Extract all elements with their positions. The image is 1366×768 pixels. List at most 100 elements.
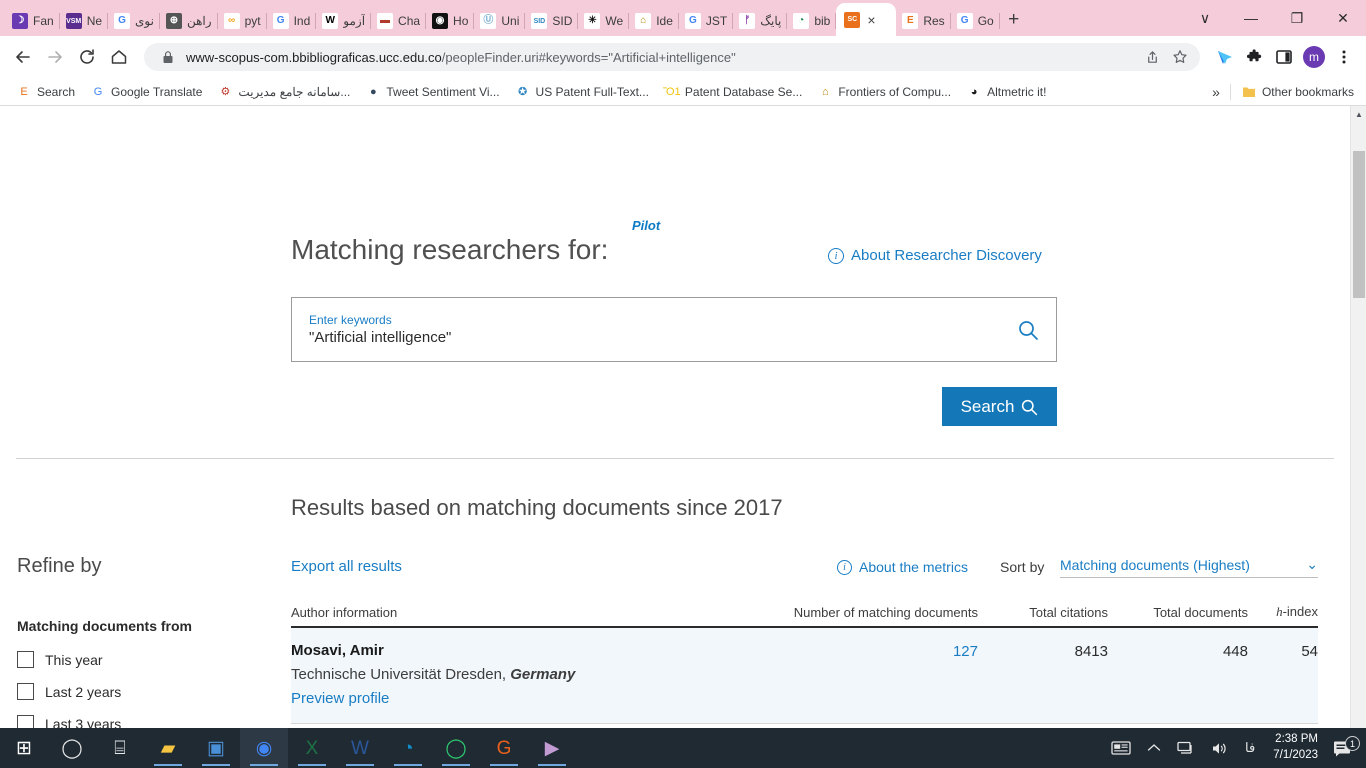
page-scrollbar[interactable]: ▲ ▼: [1350, 106, 1366, 768]
taskbar-clock[interactable]: 2:38 PM 7/1/2023: [1263, 728, 1328, 768]
close-window-button[interactable]: ✕: [1320, 0, 1366, 36]
scroll-up-arrow-icon[interactable]: ▲: [1351, 106, 1366, 123]
bookmark-item[interactable]: ⚙ سامانه جامع مدیریت...: [211, 82, 356, 102]
browser-tab[interactable]: G Go: [951, 6, 1000, 36]
sidepanel-icon[interactable]: [1270, 43, 1298, 71]
language-indicator[interactable]: فا: [1237, 728, 1263, 768]
browser-tab[interactable]: G JST: [679, 6, 734, 36]
task-view-icon[interactable]: ⌸: [96, 728, 144, 768]
cortana-search-icon[interactable]: ◯: [48, 728, 96, 768]
bookmark-label: Altmetric it!: [987, 84, 1047, 99]
sort-by-select[interactable]: Matching documents (Highest) ⌄: [1060, 556, 1318, 578]
browser-tab[interactable]: ✳ We: [578, 6, 630, 36]
remote-desktop-icon[interactable]: ▣: [192, 728, 240, 768]
edge-icon[interactable]: ◔: [384, 728, 432, 768]
home-icon[interactable]: [104, 42, 134, 72]
notification-center-button[interactable]: 1: [1328, 736, 1366, 757]
cortana-search-icon-glyph: ◯: [61, 737, 83, 759]
keywords-search-box[interactable]: Enter keywords "Artificial intelligence": [291, 297, 1057, 362]
download-icon[interactable]: [1210, 43, 1238, 71]
browser-tab[interactable]: W آزمو: [316, 6, 371, 36]
bookmark-item[interactable]: ✪ US Patent Full-Text...: [509, 82, 655, 102]
system-tray: فا 2:38 PM 7/1/2023 1: [1103, 728, 1366, 768]
media-player-icon[interactable]: ▶: [528, 728, 576, 768]
browser-tab[interactable]: SC ×: [836, 3, 897, 36]
bookmark-star-icon[interactable]: [1170, 49, 1190, 65]
search-icon[interactable]: [1000, 319, 1056, 341]
chrome-icon[interactable]: ◉: [240, 728, 288, 768]
bookmark-item[interactable]: E Search: [10, 82, 81, 102]
ring-app-icon[interactable]: ◯: [432, 728, 480, 768]
checkbox[interactable]: [17, 651, 34, 668]
about-the-metrics-link[interactable]: i About the metrics: [837, 559, 968, 575]
browser-tab[interactable]: E Res: [896, 6, 951, 36]
browser-tab[interactable]: ☽ Fan: [6, 6, 60, 36]
elsevier-icon: E: [20, 85, 28, 98]
browser-tab[interactable]: ⌂ Ide: [629, 6, 679, 36]
about-researcher-discovery-link[interactable]: i About Researcher Discovery: [828, 247, 1042, 264]
bookmark-item[interactable]: G Google Translate: [84, 82, 208, 102]
browser-tab[interactable]: G نوی: [108, 6, 160, 36]
browser-tab[interactable]: Ⓤ Uni: [474, 6, 526, 36]
bookmarks-overflow-button[interactable]: »: [1206, 82, 1226, 102]
back-icon[interactable]: [8, 42, 38, 72]
minimize-button[interactable]: —: [1228, 0, 1274, 36]
show-hidden-icons-icon[interactable]: [1139, 728, 1169, 768]
author-name[interactable]: Mosavi, Amir: [291, 642, 758, 659]
word-icon[interactable]: W: [336, 728, 384, 768]
browser-tab[interactable]: ⊕ راهن: [160, 6, 218, 36]
browser-tab[interactable]: ∞ pyt: [218, 6, 267, 36]
search-input[interactable]: "Artificial intelligence": [309, 329, 1000, 346]
pdf-app-icon[interactable]: G: [480, 728, 528, 768]
checkbox[interactable]: [17, 683, 34, 700]
bookmark-item[interactable]: Ὂ1 Patent Database Se...: [658, 82, 808, 102]
bookmark-item[interactable]: ◕ Altmetric it!: [960, 82, 1052, 102]
network-icon[interactable]: [1169, 728, 1203, 768]
tab-label: SID: [552, 14, 573, 28]
tab-label: bib: [814, 14, 831, 28]
facet-option-last-2-years[interactable]: Last 2 years: [17, 683, 121, 700]
tab-close-button[interactable]: ×: [867, 13, 875, 27]
author-affiliation: Technische Universität Dresden, Germany: [291, 666, 758, 683]
search-button[interactable]: Search: [942, 387, 1057, 426]
ideas-icon: ⌂: [635, 13, 652, 29]
scrollbar-thumb[interactable]: [1353, 151, 1365, 298]
share-icon[interactable]: [1142, 50, 1162, 65]
facet-option-this-year[interactable]: This year: [17, 651, 103, 668]
tab-search-chevron-icon[interactable]: ∨: [1182, 0, 1228, 36]
extensions-puzzle-icon[interactable]: [1240, 43, 1268, 71]
maximize-button[interactable]: ❐: [1274, 0, 1320, 36]
browser-tab[interactable]: ◔ bib: [787, 6, 837, 36]
new-tab-button[interactable]: +: [1000, 6, 1028, 34]
browser-tab[interactable]: G Ind: [267, 6, 317, 36]
browser-tab[interactable]: SID SID: [525, 6, 579, 36]
export-all-results-link[interactable]: Export all results: [291, 558, 402, 575]
excel-icon[interactable]: X: [288, 728, 336, 768]
browser-tab[interactable]: ᚠ پایگ: [733, 6, 788, 36]
page-title: Matching researchers for:: [291, 234, 609, 265]
google-icon: G: [684, 13, 701, 29]
bookmark-item[interactable]: ● Tweet Sentiment Vi...: [359, 82, 505, 102]
imago-icon: ▬: [377, 13, 394, 29]
news-weather-icon[interactable]: [1103, 728, 1139, 768]
chrome-menu-icon[interactable]: [1330, 43, 1358, 71]
tab-label: نوی: [135, 14, 154, 28]
matching-documents-count[interactable]: 127: [758, 642, 978, 707]
table-row[interactable]: Mosavi, Amir Technische Universität Dresd…: [291, 628, 1318, 724]
browser-tab[interactable]: ▬ Cha: [371, 6, 427, 36]
bookmark-item[interactable]: ⌂ Frontiers of Compu...: [811, 82, 957, 102]
avatar-initial: m: [1303, 46, 1325, 68]
reload-icon[interactable]: [72, 42, 102, 72]
other-bookmarks-folder[interactable]: Other bookmarks: [1235, 82, 1360, 102]
profile-avatar[interactable]: m: [1300, 43, 1328, 71]
volume-icon[interactable]: [1203, 728, 1237, 768]
browser-tab[interactable]: VSM Ne: [60, 6, 109, 36]
altmetric-icon: ◕: [970, 85, 978, 98]
forward-icon[interactable]: [40, 42, 70, 72]
file-explorer-icon[interactable]: ▰: [144, 728, 192, 768]
bookmark-label: Google Translate: [111, 84, 203, 99]
address-bar[interactable]: www-scopus-com.bbibliograficas.ucc.edu.c…: [144, 43, 1200, 71]
start-button[interactable]: ⊞: [0, 728, 48, 768]
preview-profile-link[interactable]: Preview profile: [291, 690, 758, 707]
browser-tab[interactable]: ◉ Ho: [426, 6, 475, 36]
